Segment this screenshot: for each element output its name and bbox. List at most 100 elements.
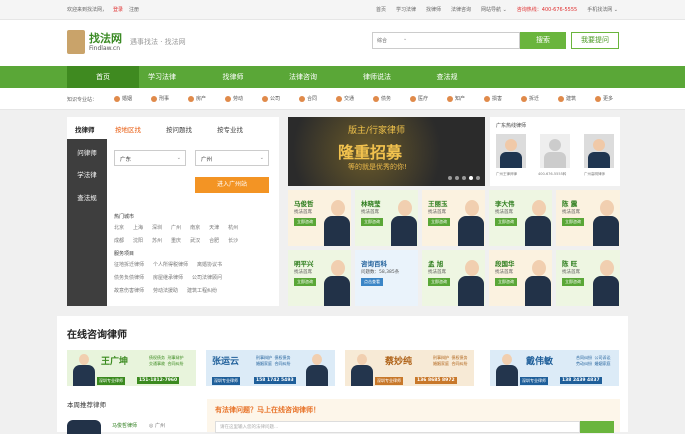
consult-badge[interactable]: 立即咨询	[562, 278, 584, 286]
consult-badge[interactable]: 立即咨询	[294, 278, 316, 286]
province-select[interactable]: 广东 ⌄	[114, 150, 186, 166]
consult-badge[interactable]: 立即咨询	[294, 218, 316, 226]
placeholder-avatar-icon[interactable]	[540, 134, 570, 168]
lawyer-card[interactable]: 陈 旺找法首席 立即咨询	[556, 250, 620, 306]
cat-more[interactable]: 更多	[595, 95, 613, 102]
lawyer-card[interactable]: 马俊哲 找法首席 立即咨询	[288, 190, 351, 246]
cat-realestate[interactable]: 房产	[188, 95, 206, 102]
city-link[interactable]: 合肥	[209, 237, 219, 244]
service-link[interactable]: 债务负债律师	[114, 274, 144, 281]
enter-city-button[interactable]: 进入广州站	[195, 177, 269, 193]
recruit-banner[interactable]: 版主/行家律师 隆重招募 等的就是优秀的你!	[288, 117, 485, 186]
service-link[interactable]: 房屋继承律师	[153, 274, 183, 281]
carousel-dot[interactable]	[462, 176, 466, 180]
city-link[interactable]: 重庆	[171, 237, 181, 244]
city-link[interactable]: 长沙	[228, 237, 238, 244]
carousel-dot[interactable]	[469, 176, 473, 180]
city-link[interactable]: 广州	[171, 224, 181, 231]
top-link-learn[interactable]: 学习法律	[396, 6, 416, 13]
tab-by-region[interactable]: 按地区找	[115, 124, 141, 134]
nav-find-lawyer[interactable]: 找律师	[197, 66, 269, 88]
consult-badge[interactable]: 立即咨询	[495, 278, 517, 286]
top-link-home[interactable]: 首页	[376, 6, 386, 13]
city-link[interactable]: 深圳	[152, 224, 162, 231]
cat-company[interactable]: 公司	[262, 95, 280, 102]
consult-badge[interactable]: 立即咨询	[428, 278, 450, 286]
city-link[interactable]: 天津	[209, 224, 219, 231]
lawyer-card[interactable]: 明平兴 找法首席 立即咨询	[288, 250, 351, 306]
cat-medical[interactable]: 医疗	[410, 95, 428, 102]
service-link[interactable]: 劳动法援助	[153, 287, 178, 294]
cat-criminal[interactable]: 刑事	[151, 95, 169, 102]
cat-demolition[interactable]: 拆迁	[521, 95, 539, 102]
lawyer-card[interactable]: 李大伟 找法首席 立即咨询	[489, 190, 552, 246]
carousel-dot[interactable]	[455, 176, 459, 180]
hotline-lawyer-photo[interactable]	[496, 134, 526, 168]
lawyer-ad[interactable]: 戴伟敏 合同纠纷 公司诉讼 劳动纠纷 婚姻家庭 深圳专业律师 138 2439 …	[490, 350, 619, 386]
cat-ip[interactable]: 知产	[447, 95, 465, 102]
cat-debt[interactable]: 债务	[373, 95, 391, 102]
service-link[interactable]: 公司法律顾问	[192, 274, 222, 281]
service-link[interactable]: 个人所得税律师	[153, 261, 188, 268]
side-learn-law[interactable]: 学法律	[67, 169, 107, 179]
nav-learn[interactable]: 学习法律	[126, 66, 198, 88]
consult-badge[interactable]: 立即咨询	[562, 218, 584, 226]
cat-traffic[interactable]: 交通	[336, 95, 354, 102]
login-link[interactable]: 登录	[113, 7, 123, 13]
city-link[interactable]: 北京	[114, 224, 124, 231]
cat-construction[interactable]: 建筑	[558, 95, 576, 102]
top-link-mobile[interactable]: 手机找法网 ⌄	[587, 6, 618, 13]
city-link[interactable]: 武汉	[190, 237, 200, 244]
service-link[interactable]: 故意伤害律师	[114, 287, 144, 294]
register-link[interactable]: 注册	[129, 7, 139, 13]
top-link-sitemap[interactable]: 网站导航 ⌄	[481, 6, 507, 13]
view-badge[interactable]: 点击查看	[361, 278, 383, 286]
service-link[interactable]: 建筑工程纠纷	[187, 287, 217, 294]
city-link[interactable]: 苏州	[152, 237, 162, 244]
consult-badge[interactable]: 立即咨询	[428, 218, 450, 226]
lawyer-card[interactable]: 段国华 找法首席 立即咨询	[489, 250, 552, 306]
lawyer-card[interactable]: 陈 震找法首席 立即咨询	[556, 190, 620, 246]
cat-marriage[interactable]: 婚姻	[114, 95, 132, 102]
lawyer-ad[interactable]: 王广坤 债权债务 刑事辩护 交通事故 合同纠纷 深圳专业律师 151-1812-…	[67, 350, 196, 386]
tab-by-specialty[interactable]: 按专业找	[217, 124, 243, 134]
city-link[interactable]: 杭州	[228, 224, 238, 231]
carousel-dot[interactable]	[448, 176, 452, 180]
search-input[interactable]: 综合 ⌄	[372, 32, 520, 49]
cat-damage[interactable]: 损害	[484, 95, 502, 102]
nav-consult[interactable]: 法律咨询	[267, 66, 339, 88]
tab-find-lawyer[interactable]: 找律师	[75, 124, 95, 134]
side-ask-lawyer[interactable]: 问律师	[67, 147, 107, 157]
carousel-dot[interactable]	[476, 176, 480, 180]
city-link[interactable]: 上海	[133, 224, 143, 231]
city-link[interactable]: 沈阳	[133, 237, 143, 244]
nav-lawyer-talk[interactable]: 律师说法	[341, 66, 413, 88]
search-scope-select[interactable]: 综合	[377, 37, 387, 44]
submit-question-button[interactable]	[580, 421, 614, 433]
top-link-find[interactable]: 找律师	[426, 6, 441, 13]
cat-contract[interactable]: 合同	[299, 95, 317, 102]
tab-by-problem[interactable]: 按问题找	[166, 124, 192, 134]
ask-question-button[interactable]: 我要提问	[571, 32, 619, 49]
lawyer-card[interactable]: 林晓莹 找法首席 立即咨询	[355, 190, 418, 246]
lawyer-card[interactable]: 王丽玉 找法首席 立即咨询	[422, 190, 485, 246]
weekly-lawyer-name[interactable]: 马俊哲律师	[112, 422, 137, 429]
question-input[interactable]: 请在这里输入您的法律问题...	[215, 421, 580, 433]
nav-regulations[interactable]: 查法规	[411, 66, 483, 88]
city-select[interactable]: 广州 ⌄	[195, 150, 269, 166]
cat-labor[interactable]: 劳动	[225, 95, 243, 102]
city-link[interactable]: 南京	[190, 224, 200, 231]
site-logo[interactable]: 找法网 Findlaw.cn	[67, 30, 127, 58]
consult-badge[interactable]: 立即咨询	[361, 218, 383, 226]
lawyer-ad[interactable]: 蔡妙纯 刑事辩护 债权债务 婚姻家庭 合同纠纷 深圳专业律师 136 8685 …	[345, 350, 474, 386]
service-link[interactable]: 征地拆迁律师	[114, 261, 144, 268]
top-link-consult[interactable]: 法律咨询	[451, 6, 471, 13]
side-regulations[interactable]: 查法规	[67, 192, 107, 202]
lawyer-ad[interactable]: 张运云 刑事辩护 债权债务 婚姻家庭 合同纠纷 深圳专业律师 158 1742 …	[206, 350, 335, 386]
lawyer-card[interactable]: 孟 旭找法首席 立即咨询	[422, 250, 485, 306]
service-link[interactable]: 离婚协议书	[197, 261, 222, 268]
hotline-lawyer-photo[interactable]	[584, 134, 614, 168]
search-button[interactable]: 搜索	[520, 32, 566, 49]
encyclopedia-card[interactable]: 咨询百科 问题数：58,385条 点击查看	[355, 250, 418, 306]
city-link[interactable]: 成都	[114, 237, 124, 244]
